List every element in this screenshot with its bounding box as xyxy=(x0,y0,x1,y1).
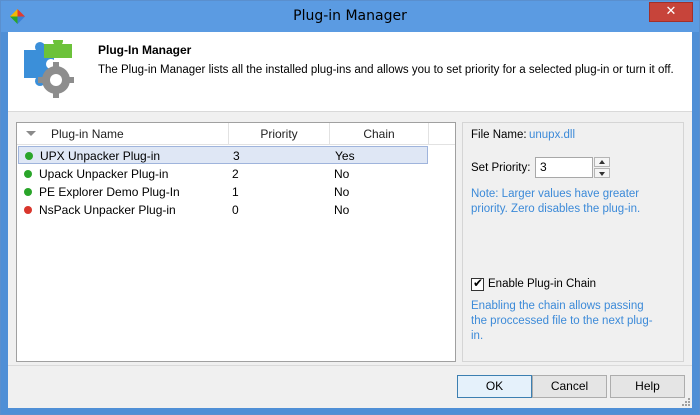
plugin-priority: 3 xyxy=(233,149,240,163)
title-bar[interactable]: Plug-in Manager ✕ xyxy=(1,1,699,32)
arrow-up-icon xyxy=(599,160,605,164)
plugin-priority: 0 xyxy=(232,203,239,217)
plugin-priority: 1 xyxy=(232,185,239,199)
plugin-list[interactable]: Plug-in Name Priority Chain UPX Unpacker… xyxy=(16,122,456,362)
column-header-name[interactable]: Plug-in Name xyxy=(17,123,229,145)
list-row[interactable]: Upack Unpacker Plug-in 2 No xyxy=(18,165,428,183)
footer-divider xyxy=(8,365,692,366)
column-name-label: Plug-in Name xyxy=(51,127,124,141)
plugin-manager-window: Plug-in Manager ✕ Plug-In Manager The Pl… xyxy=(0,0,700,415)
column-header-chain[interactable]: Chain xyxy=(330,123,429,145)
plugin-chain: No xyxy=(334,203,350,217)
column-header-priority[interactable]: Priority xyxy=(229,123,330,145)
file-name-value: unupx.dll xyxy=(529,129,576,141)
header-title: Plug-In Manager xyxy=(98,43,192,57)
list-row[interactable]: PE Explorer Demo Plug-In 1 No xyxy=(18,183,428,201)
header-description: The Plug-in Manager lists all the instal… xyxy=(98,64,674,76)
list-row[interactable]: UPX Unpacker Plug-in 3 Yes xyxy=(18,146,428,164)
priority-note: Note: Larger values have greater priorit… xyxy=(471,188,641,215)
details-panel: File Name: unupx.dll Set Priority: 3 Not… xyxy=(462,122,684,362)
puzzle-gear-icon xyxy=(24,40,74,98)
cancel-button[interactable]: Cancel xyxy=(532,375,607,398)
list-row[interactable]: NsPack Unpacker Plug-in 0 No xyxy=(18,201,428,219)
plugin-chain: No xyxy=(334,185,350,199)
list-header: Plug-in Name Priority Chain xyxy=(17,123,455,145)
close-button[interactable]: ✕ xyxy=(649,2,693,22)
arrow-down-icon xyxy=(599,172,605,176)
plugin-name: Upack Unpacker Plug-in xyxy=(39,167,169,181)
priority-decrement-button[interactable] xyxy=(594,168,610,178)
plugin-chain: No xyxy=(334,167,350,181)
file-name-label: File Name: xyxy=(471,129,527,141)
priority-input[interactable]: 3 xyxy=(535,157,593,178)
checkmark-icon: ✔ xyxy=(473,276,484,290)
window-title: Plug-in Manager xyxy=(293,8,407,24)
status-dot-icon xyxy=(24,206,32,214)
priority-increment-button[interactable] xyxy=(594,157,610,167)
chain-note: Enabling the chain allows passing the pr… xyxy=(471,300,653,342)
status-dot-icon xyxy=(24,188,32,196)
sort-arrow-icon xyxy=(26,131,36,136)
status-dot-icon xyxy=(24,170,32,178)
dialog-body: Plug-In Manager The Plug-in Manager list… xyxy=(8,32,692,408)
priority-label: Set Priority: xyxy=(471,162,531,174)
dialog-header: Plug-In Manager The Plug-in Manager list… xyxy=(8,32,692,112)
status-dot-icon xyxy=(25,152,33,160)
plugin-priority: 2 xyxy=(232,167,239,181)
resize-grip-icon[interactable] xyxy=(680,396,690,406)
enable-chain-label[interactable]: Enable Plug-in Chain xyxy=(488,278,596,290)
plugin-chain: Yes xyxy=(335,149,355,163)
help-button[interactable]: Help xyxy=(610,375,685,398)
plugin-name: NsPack Unpacker Plug-in xyxy=(39,203,176,217)
ok-button[interactable]: OK xyxy=(457,375,532,398)
plugin-name: PE Explorer Demo Plug-In xyxy=(39,185,180,199)
enable-chain-checkbox[interactable]: ✔ xyxy=(471,276,484,291)
plugin-name: UPX Unpacker Plug-in xyxy=(40,149,161,163)
